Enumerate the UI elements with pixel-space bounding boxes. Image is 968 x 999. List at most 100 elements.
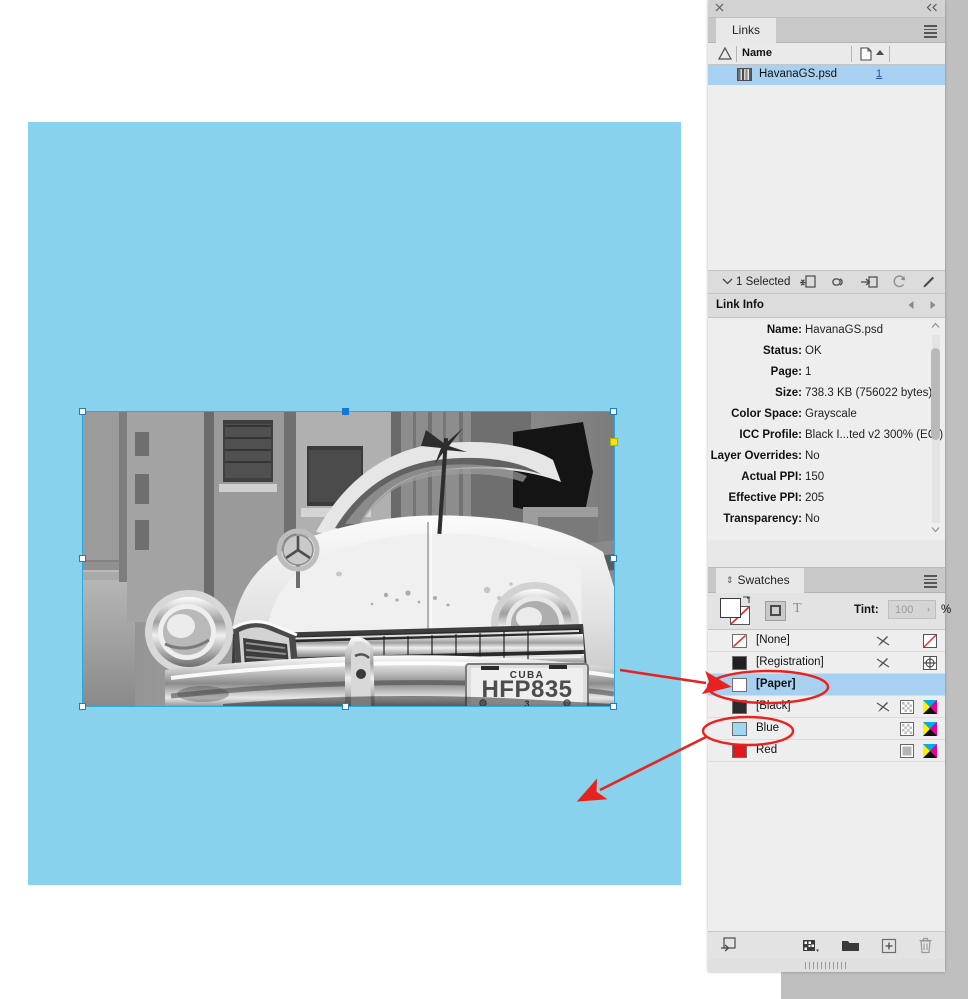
- field-key: Status:: [763, 345, 802, 357]
- link-info-row: Size: 738.3 KB (756022 bytes): [708, 387, 945, 408]
- fill-proxy[interactable]: [720, 598, 741, 618]
- eyedropper-lock-icon[interactable]: [876, 634, 891, 648]
- swatch-row-registration[interactable]: [Registration]: [708, 652, 945, 674]
- eyedropper-lock-icon[interactable]: [876, 700, 891, 714]
- chevron-down-icon[interactable]: [722, 277, 733, 285]
- links-tool-buttons: [798, 274, 937, 290]
- cmyk-icon: [923, 700, 937, 714]
- link-info-row: ICC Profile: Black I...ted v2 300% (ECI): [708, 429, 945, 450]
- links-column-header: Name: [708, 43, 945, 65]
- process-icon: [900, 700, 914, 714]
- triangle-left-icon[interactable]: [907, 300, 915, 310]
- relink-icon[interactable]: [798, 274, 816, 290]
- swatch-list: [None] [Registration]: [708, 630, 945, 932]
- field-value: 1: [805, 366, 811, 378]
- field-value: No: [805, 513, 820, 525]
- havana-car-photo: CUBA HFP835 3: [83, 412, 614, 706]
- triangle-right-icon[interactable]: [929, 300, 937, 310]
- swatch-row-red[interactable]: Red: [708, 740, 945, 762]
- cmyk-icon: [923, 722, 937, 736]
- add-to-cc-library-icon[interactable]: [720, 937, 737, 954]
- sort-ascending-icon[interactable]: [876, 50, 884, 55]
- panel-menu-icon[interactable]: [924, 575, 937, 585]
- tab-links[interactable]: Links: [716, 18, 776, 43]
- updown-arrows-icon: ⇕: [726, 568, 734, 593]
- cmyk-icon: [923, 744, 937, 758]
- link-info-row: Effective PPI: 205: [708, 492, 945, 513]
- formatting-affects-container-icon[interactable]: [765, 601, 786, 621]
- delete-swatch-icon[interactable]: [918, 937, 933, 954]
- field-value: No: [805, 450, 820, 462]
- swatch-chip: [732, 678, 747, 692]
- swatch-chip: [732, 722, 747, 736]
- swatch-row-none[interactable]: [None]: [708, 630, 945, 652]
- process-solid-icon: [900, 744, 914, 758]
- links-status-bar: 1 Selected: [708, 270, 945, 294]
- col-divider-3: [889, 46, 890, 62]
- fill-stroke-proxy-icon[interactable]: [720, 598, 752, 626]
- dock-topbar: [708, 0, 945, 18]
- page-icon[interactable]: [860, 47, 872, 61]
- double-chevron-left-icon[interactable]: [926, 3, 939, 12]
- link-row-havanags[interactable]: HavanaGS.psd 1: [708, 65, 945, 85]
- link-info-field-list: Name: HavanaGS.psd Status: OK Page: 1 Si…: [708, 318, 945, 534]
- registration-icon: [923, 656, 937, 670]
- field-key: Name:: [767, 324, 802, 336]
- swatch-name: Red: [756, 744, 777, 756]
- link-page-number[interactable]: 1: [876, 68, 882, 80]
- link-info-row: Color Space: Grayscale: [708, 408, 945, 429]
- swatch-action-buttons: [802, 937, 933, 954]
- chevron-right-icon[interactable]: ›: [927, 604, 930, 614]
- placed-image-frame[interactable]: CUBA HFP835 3: [83, 412, 614, 706]
- links-tab-row: Links: [708, 18, 945, 43]
- field-value: 205: [805, 492, 824, 504]
- new-color-group-icon[interactable]: [802, 938, 820, 954]
- edit-original-icon[interactable]: [921, 274, 937, 290]
- swap-fill-stroke-icon[interactable]: [742, 596, 752, 605]
- swatch-row-paper[interactable]: [Paper]: [708, 674, 945, 696]
- link-info-body: Name: HavanaGS.psd Status: OK Page: 1 Si…: [708, 318, 945, 540]
- document-canvas[interactable]: CUBA HFP835 3: [0, 0, 781, 999]
- scroll-thumb[interactable]: [931, 348, 940, 440]
- swatch-row-black[interactable]: [Black]: [708, 696, 945, 718]
- links-column-name[interactable]: Name: [742, 47, 772, 59]
- link-info-row: Status: OK: [708, 345, 945, 366]
- link-info-row: Transparency: No: [708, 513, 945, 534]
- swatch-name: [Paper]: [756, 678, 796, 690]
- swatch-chip: [732, 634, 747, 648]
- formatting-affects-text-icon[interactable]: T: [793, 601, 802, 617]
- swatches-toolbar: T Tint: 100 › %: [708, 593, 945, 630]
- field-value: 150: [805, 471, 824, 483]
- swatch-name: [Registration]: [756, 656, 824, 668]
- field-key: Color Space:: [731, 408, 802, 420]
- field-value: Grayscale: [805, 408, 857, 420]
- color-group-folder-icon[interactable]: [841, 938, 860, 953]
- tint-input[interactable]: 100 ›: [888, 600, 936, 619]
- scroll-down-icon[interactable]: [931, 526, 941, 536]
- field-key: Size:: [775, 387, 802, 399]
- eyedropper-lock-icon[interactable]: [876, 656, 891, 670]
- swatch-row-blue[interactable]: Blue: [708, 718, 945, 740]
- link-info-scrollbar[interactable]: [930, 322, 942, 536]
- relink-to-folder-icon[interactable]: [860, 274, 878, 290]
- tint-label: Tint:: [854, 604, 879, 616]
- swatch-list-empty-area[interactable]: [708, 762, 945, 932]
- field-value: Black I...ted v2 300% (ECI): [805, 429, 943, 441]
- new-swatch-icon[interactable]: [881, 938, 897, 954]
- panel-menu-icon[interactable]: [924, 25, 937, 35]
- link-info-row: Page: 1: [708, 366, 945, 387]
- field-key: Actual PPI:: [741, 471, 802, 483]
- links-list-empty-area[interactable]: [708, 85, 945, 270]
- scroll-up-icon[interactable]: [931, 322, 941, 332]
- process-icon: [900, 722, 914, 736]
- swatch-chip: [732, 656, 747, 670]
- resize-grip-icon[interactable]: [708, 959, 945, 972]
- link-info-row: Layer Overrides: No: [708, 450, 945, 471]
- close-icon[interactable]: [715, 3, 726, 14]
- field-value: OK: [805, 345, 822, 357]
- tab-swatches[interactable]: ⇕Swatches: [716, 568, 804, 593]
- go-to-link-icon[interactable]: [829, 274, 847, 290]
- field-key: Page:: [771, 366, 802, 378]
- update-link-icon[interactable]: [891, 274, 908, 290]
- swatch-name: Blue: [756, 722, 779, 734]
